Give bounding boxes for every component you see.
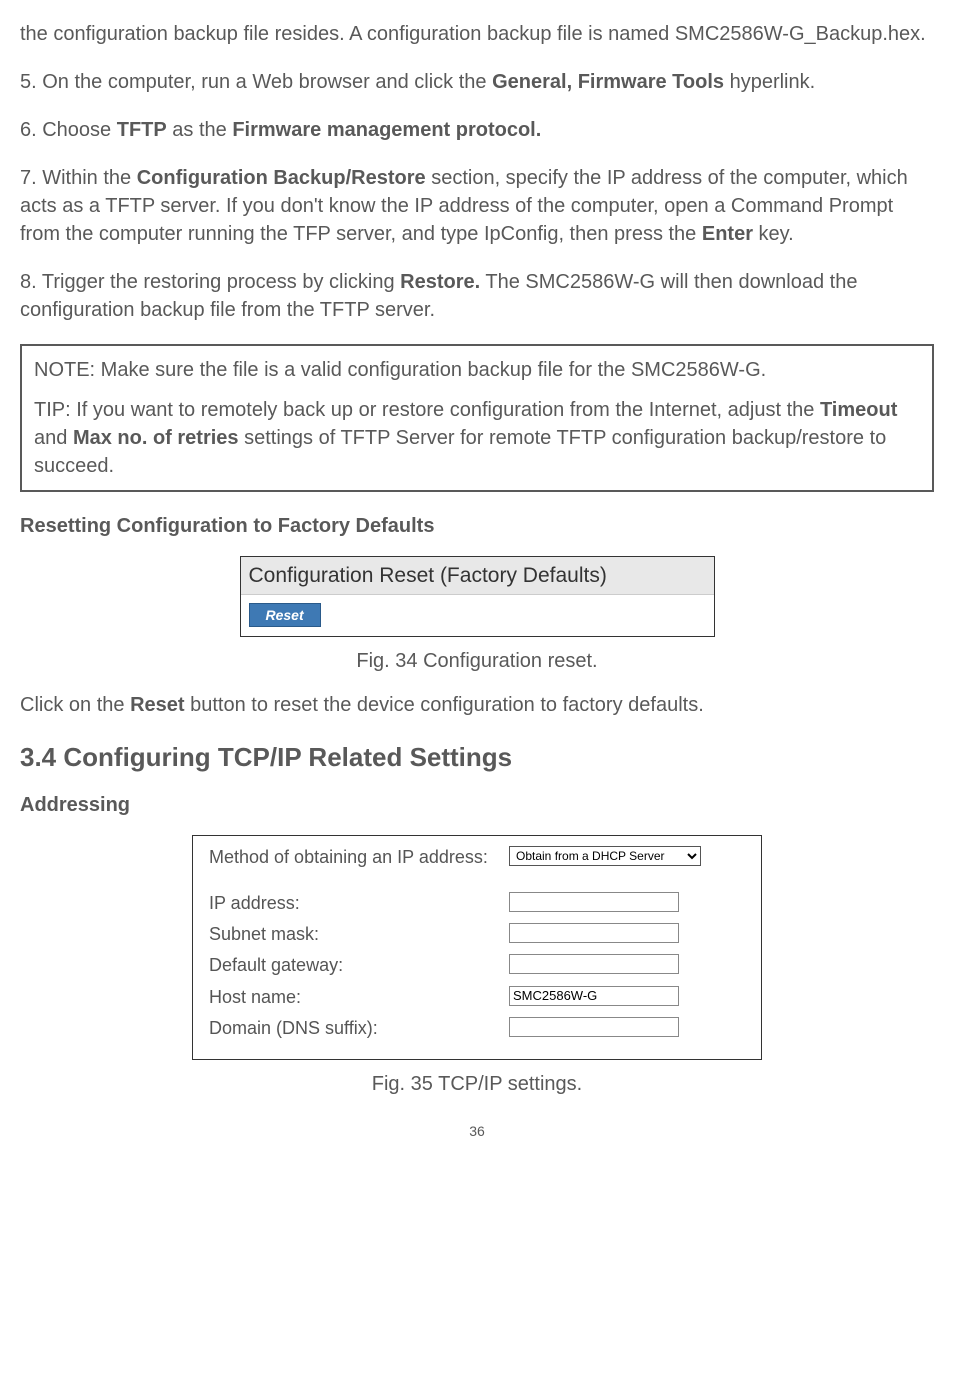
tcpip-row-host: Host name:	[209, 986, 745, 1009]
text: 7. Within the	[20, 167, 137, 189]
figure-35-caption: Fig. 35 TCP/IP settings.	[372, 1070, 582, 1098]
label-method: Method of obtaining an IP address:	[209, 846, 509, 869]
bold-text: Timeout	[820, 399, 897, 421]
text: 6. Choose	[20, 119, 117, 141]
domain-input[interactable]	[509, 1017, 679, 1037]
paragraph-click-reset: Click on the Reset button to reset the d…	[20, 691, 934, 719]
text: and	[34, 427, 73, 449]
heading-section-3-4: 3.4 Configuring TCP/IP Related Settings	[20, 739, 934, 775]
reset-button[interactable]: Reset	[249, 603, 321, 627]
note-box: NOTE: Make sure the file is a valid conf…	[20, 344, 934, 492]
bold-text: Configuration Backup/Restore	[137, 167, 426, 189]
text: 5. On the computer, run a Web browser an…	[20, 71, 492, 93]
tcpip-row-gateway: Default gateway:	[209, 954, 745, 977]
figure-34: Configuration Reset (Factory Defaults) R…	[20, 556, 934, 675]
text: Click on the	[20, 694, 130, 716]
tip-text: TIP: If you want to remotely back up or …	[34, 396, 920, 480]
paragraph-intro: the configuration backup file resides. A…	[20, 20, 934, 48]
bold-text: Firmware management protocol.	[232, 119, 541, 141]
bold-text: Max no. of retries	[73, 427, 239, 449]
label-ip: IP address:	[209, 892, 509, 915]
host-input[interactable]	[509, 986, 679, 1006]
bold-text: General, Firmware Tools	[492, 71, 724, 93]
tcpip-row-method: Method of obtaining an IP address: Obtai…	[209, 846, 745, 869]
step-8: 8. Trigger the restoring process by clic…	[20, 268, 934, 324]
subnet-input[interactable]	[509, 923, 679, 943]
heading-addressing: Addressing	[20, 791, 934, 819]
method-select[interactable]: Obtain from a DHCP Server	[509, 846, 701, 866]
label-host: Host name:	[209, 986, 509, 1009]
text: 8. Trigger the restoring process by clic…	[20, 271, 400, 293]
label-domain: Domain (DNS suffix):	[209, 1017, 509, 1040]
bold-text: Restore.	[400, 271, 480, 293]
tcpip-row-ip: IP address:	[209, 892, 745, 915]
config-reset-title: Configuration Reset (Factory Defaults)	[241, 557, 714, 595]
text: as the	[167, 119, 233, 141]
figure-35: Method of obtaining an IP address: Obtai…	[20, 835, 934, 1097]
ip-input[interactable]	[509, 892, 679, 912]
heading-resetting: Resetting Configuration to Factory Defau…	[20, 512, 934, 540]
bold-text: TFTP	[117, 119, 167, 141]
gateway-input[interactable]	[509, 954, 679, 974]
reset-button-row: Reset	[241, 595, 714, 635]
step-6: 6. Choose TFTP as the Firmware managemen…	[20, 116, 934, 144]
tcpip-row-subnet: Subnet mask:	[209, 923, 745, 946]
tcpip-row-domain: Domain (DNS suffix):	[209, 1017, 745, 1040]
figure-34-caption: Fig. 34 Configuration reset.	[356, 647, 597, 675]
label-subnet: Subnet mask:	[209, 923, 509, 946]
step-5: 5. On the computer, run a Web browser an…	[20, 68, 934, 96]
text: hyperlink.	[724, 71, 815, 93]
text: TIP: If you want to remotely back up or …	[34, 399, 820, 421]
bold-text: Enter	[702, 223, 753, 245]
tcpip-panel: Method of obtaining an IP address: Obtai…	[192, 835, 762, 1059]
step-7: 7. Within the Configuration Backup/Resto…	[20, 164, 934, 248]
note-text: NOTE: Make sure the file is a valid conf…	[34, 356, 920, 384]
bold-text: Reset	[130, 694, 184, 716]
text: key.	[753, 223, 794, 245]
label-gateway: Default gateway:	[209, 954, 509, 977]
text: button to reset the device configuration…	[185, 694, 704, 716]
page-number: 36	[20, 1122, 934, 1142]
config-reset-panel: Configuration Reset (Factory Defaults) R…	[240, 556, 715, 637]
